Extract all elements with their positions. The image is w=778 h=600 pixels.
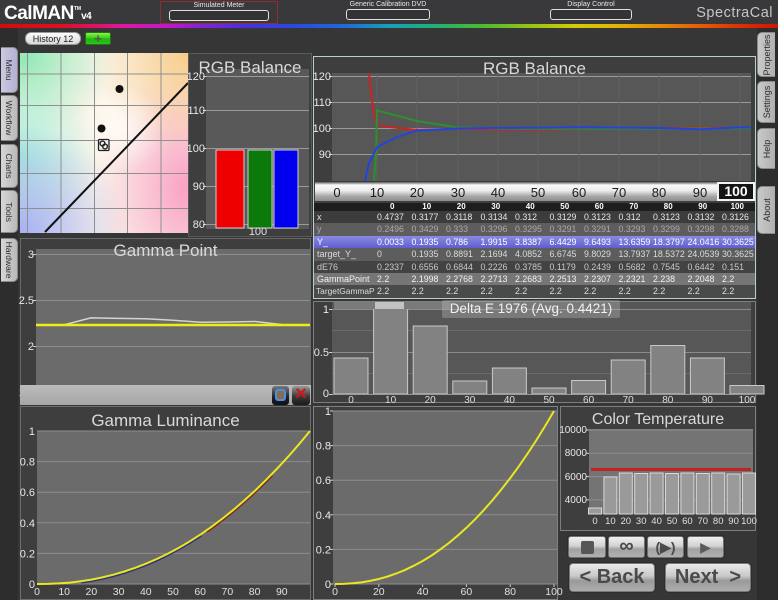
svg-text:90: 90 [276,586,288,598]
svg-text:0.8: 0.8 [316,441,331,453]
svg-text:80: 80 [662,395,674,406]
svg-text:100: 100 [741,516,757,527]
svg-text:40: 40 [504,395,516,406]
svg-text:0.2: 0.2 [316,544,331,556]
svg-text:70: 70 [698,516,709,527]
svg-text:1: 1 [323,304,329,316]
svg-text:100: 100 [313,123,331,135]
svg-text:30: 30 [113,586,125,598]
svg-text:80: 80 [249,586,261,598]
svg-text:70: 70 [623,395,635,406]
svg-text:60: 60 [583,395,595,406]
svg-text:100: 100 [739,395,756,406]
svg-text:0: 0 [325,579,331,591]
svg-text:30: 30 [636,516,647,527]
svg-text:0: 0 [323,388,329,400]
svg-text:20: 20 [86,586,98,598]
svg-text:30: 30 [464,395,476,406]
svg-text:6000: 6000 [565,472,588,483]
svg-text:70: 70 [222,586,234,598]
svg-text:80: 80 [193,219,205,231]
svg-text:50: 50 [167,586,179,598]
svg-text:90: 90 [319,149,331,161]
svg-text:80: 80 [713,516,724,527]
svg-text:20: 20 [621,516,632,527]
svg-text:0.4: 0.4 [20,518,35,530]
svg-text:110: 110 [313,97,331,109]
svg-text:60: 60 [682,516,693,527]
svg-text:110: 110 [187,105,205,117]
svg-text:100: 100 [187,143,205,155]
svg-text:20: 20 [373,586,385,598]
svg-text:40: 40 [651,516,662,527]
svg-text:0.8: 0.8 [20,457,35,469]
svg-text:10: 10 [58,586,70,598]
svg-text:0: 0 [332,586,338,598]
svg-text:1: 1 [325,406,331,418]
svg-text:0.2: 0.2 [20,548,35,560]
svg-text:20: 20 [425,395,437,406]
svg-text:60: 60 [461,586,473,598]
svg-text:100: 100 [249,226,267,238]
svg-text:0.5: 0.5 [314,347,329,359]
svg-text:0: 0 [348,395,354,406]
svg-text:4000: 4000 [565,495,588,506]
svg-text:40: 40 [140,586,152,598]
svg-text:2.5: 2.5 [19,295,34,307]
svg-text:0.6: 0.6 [316,475,331,487]
svg-text:0: 0 [34,586,40,598]
svg-text:0: 0 [592,516,597,527]
svg-text:50: 50 [667,516,678,527]
svg-text:2: 2 [28,341,34,353]
svg-text:80: 80 [504,586,516,598]
svg-text:90: 90 [702,395,714,406]
svg-text:60: 60 [194,586,206,598]
svg-text:0.6: 0.6 [20,487,35,499]
svg-text:90: 90 [193,181,205,193]
svg-text:10: 10 [605,516,616,527]
svg-text:40: 40 [417,586,429,598]
svg-text:90: 90 [728,516,739,527]
svg-text:50: 50 [543,395,555,406]
svg-text:10: 10 [385,395,397,406]
svg-text:100: 100 [545,586,563,598]
svg-text:8000: 8000 [565,448,588,459]
svg-text:0.4: 0.4 [316,510,331,522]
